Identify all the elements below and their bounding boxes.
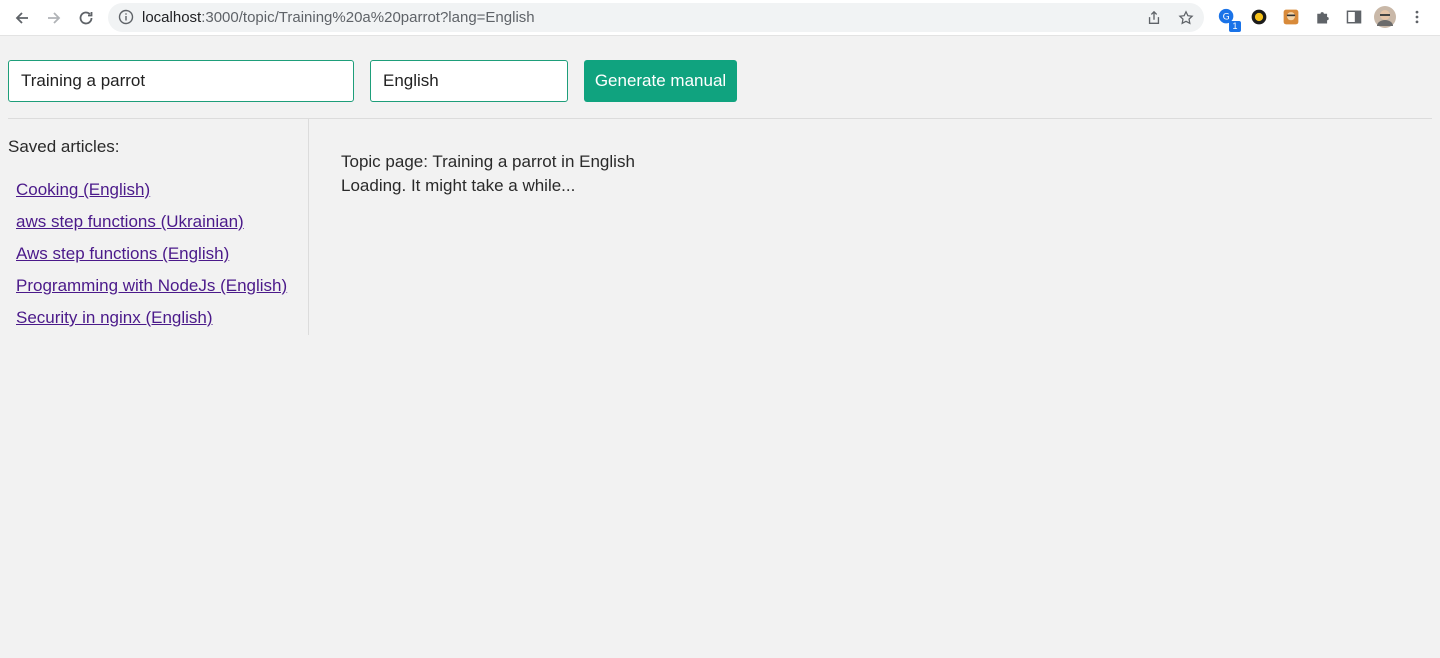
info-icon[interactable]	[118, 9, 134, 25]
url-host: localhost	[142, 9, 202, 26]
article-link[interactable]: aws step functions (Ukrainian)	[16, 212, 244, 231]
side-panel-icon[interactable]	[1343, 6, 1365, 28]
extension-badge: 1	[1229, 21, 1241, 32]
avatar-extension-icon[interactable]	[1280, 6, 1302, 28]
browser-toolbar: localhost:3000/topic/Training%20a%20parr…	[0, 0, 1440, 36]
article-link[interactable]: Programming with NodeJs (English)	[16, 276, 287, 295]
article-link[interactable]: Security in nginx (English)	[16, 308, 213, 327]
saved-articles-heading: Saved articles:	[8, 137, 120, 156]
sidebar-divider	[308, 119, 309, 335]
url-path: :3000/topic/Training%20a%20parrot?lang=E…	[201, 9, 535, 26]
list-item: Security in nginx (English)	[16, 307, 287, 339]
generate-manual-button[interactable]: Generate manual	[584, 60, 737, 102]
reload-icon[interactable]	[74, 6, 98, 30]
back-arrow-icon[interactable]	[10, 6, 34, 30]
header-divider	[8, 118, 1432, 119]
article-link[interactable]: Aws step functions (English)	[16, 244, 229, 263]
address-bar[interactable]: localhost:3000/topic/Training%20a%20parr…	[108, 3, 1204, 32]
puzzle-icon[interactable]	[1312, 6, 1334, 28]
share-icon[interactable]	[1144, 8, 1164, 28]
list-item: Cooking (English)	[16, 179, 287, 211]
profile-avatar[interactable]	[1374, 6, 1396, 28]
list-item: Aws step functions (English)	[16, 243, 287, 275]
language-input[interactable]	[370, 60, 568, 102]
topic-page-title: Topic page: Training a parrot in English	[341, 152, 635, 171]
list-item: aws step functions (Ukrainian)	[16, 211, 287, 243]
saved-articles-list: Cooking (English) aws step functions (Uk…	[16, 179, 287, 339]
list-item: Programming with NodeJs (English)	[16, 275, 287, 307]
translate-extension-icon[interactable]: G 1	[1216, 6, 1241, 32]
yellow-extension-icon[interactable]	[1248, 6, 1270, 28]
star-icon[interactable]	[1176, 8, 1196, 28]
loading-status: Loading. It might take a while...	[341, 176, 576, 195]
forward-arrow-icon[interactable]	[42, 6, 66, 30]
url-text[interactable]: localhost:3000/topic/Training%20a%20parr…	[142, 9, 535, 26]
topic-input[interactable]	[8, 60, 354, 102]
article-link[interactable]: Cooking (English)	[16, 180, 150, 199]
kebab-menu-icon[interactable]	[1406, 6, 1428, 28]
